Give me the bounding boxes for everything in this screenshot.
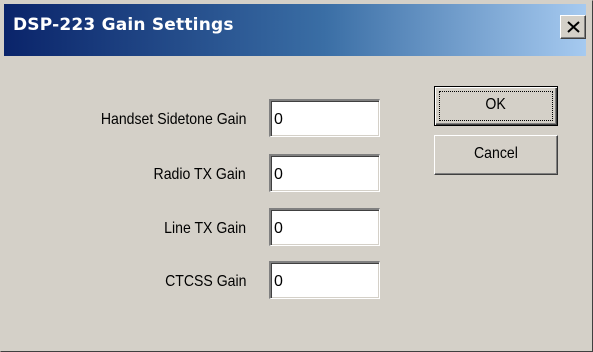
ok-button-label: OK [485, 96, 507, 113]
line-tx-gain-label: Line TX Gain [164, 220, 246, 237]
ctcss-gain-label: CTCSS Gain [164, 273, 246, 290]
ok-button[interactable]: OK [434, 86, 558, 126]
cancel-button[interactable]: Cancel [434, 135, 558, 175]
gain-settings-dialog: DSP-223 Gain Settings Handset Sidetone G… [0, 0, 593, 352]
window-title: DSP-223 Gain Settings [13, 15, 234, 35]
ctcss-gain-input[interactable] [269, 261, 380, 299]
cancel-button-label: Cancel [474, 145, 518, 162]
line-tx-gain-input[interactable] [269, 208, 380, 246]
close-icon [567, 21, 580, 33]
handset-sidetone-gain-label: Handset Sidetone Gain [100, 111, 246, 128]
handset-sidetone-gain-input[interactable] [269, 99, 380, 137]
radio-tx-gain-label: Radio TX Gain [153, 166, 246, 183]
radio-tx-gain-input[interactable] [269, 154, 380, 192]
title-bar[interactable]: DSP-223 Gain Settings [4, 4, 586, 56]
close-button[interactable] [560, 15, 586, 39]
